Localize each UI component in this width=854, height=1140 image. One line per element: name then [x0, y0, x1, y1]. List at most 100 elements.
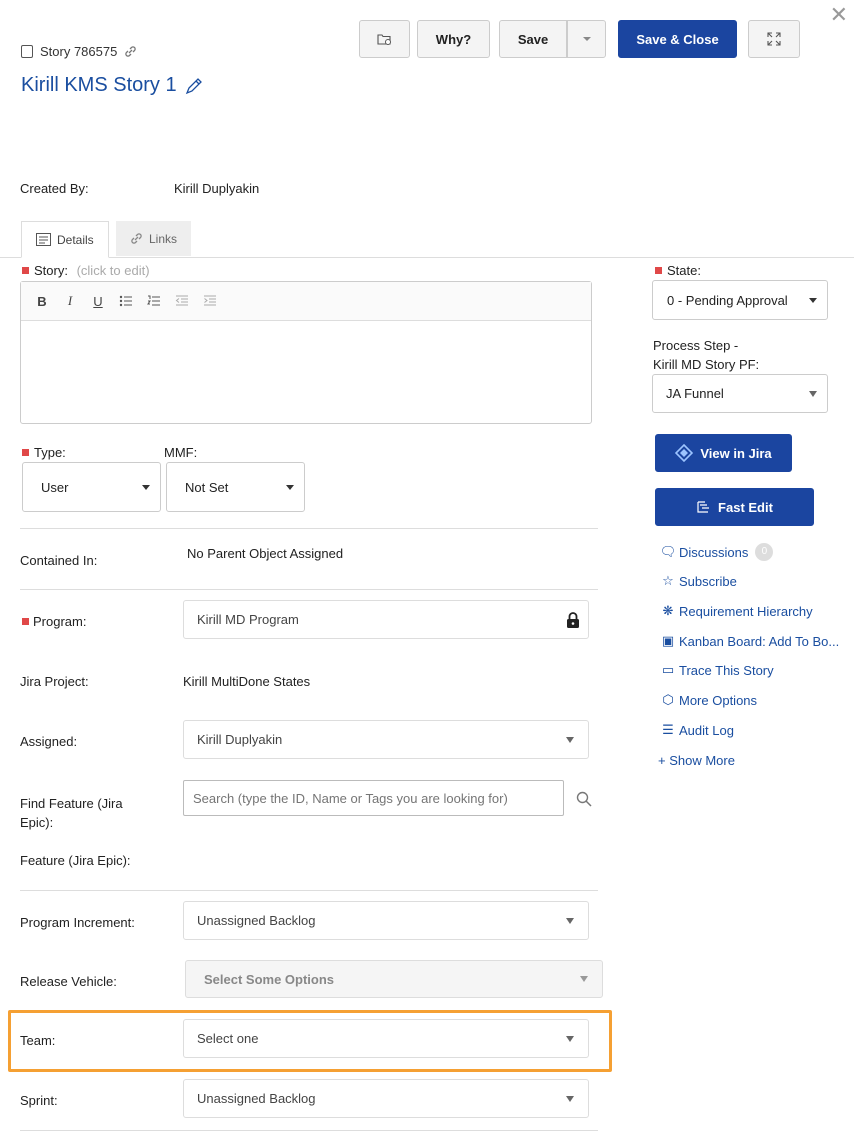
story-label-text: Story: [34, 263, 68, 278]
state-label-text: State: [667, 263, 701, 278]
lock-icon [567, 612, 579, 628]
italic-icon[interactable]: I [63, 293, 77, 309]
caret-down-icon [582, 37, 591, 41]
jira-project-label: Jira Project: [20, 674, 89, 689]
mmf-select-value: Not Set [185, 479, 229, 495]
contained-in-label: Contained In: [20, 553, 98, 568]
show-more-link[interactable]: + Show More [658, 753, 735, 768]
assigned-value: Kirill Duplyakin [197, 732, 283, 747]
caret-down-icon [809, 298, 817, 303]
required-marker [22, 618, 29, 626]
outdent-icon[interactable] [175, 295, 189, 307]
page-title: Kirill KMS Story 1 [21, 74, 203, 97]
editor-toolbar: B I U [21, 282, 591, 321]
star-icon: ☆ [662, 573, 674, 588]
requirement-hierarchy-link[interactable]: ❋ Requirement Hierarchy [660, 603, 813, 619]
mmf-select[interactable]: Not Set [166, 462, 305, 512]
requirement-hierarchy-label: Requirement Hierarchy [679, 603, 813, 619]
save-dropdown-button[interactable] [567, 20, 606, 58]
team-value: Select one [197, 1031, 259, 1046]
state-label: State: [655, 263, 701, 278]
state-select[interactable]: 0 - Pending Approval [652, 280, 828, 320]
pencil-icon[interactable] [185, 77, 203, 95]
jira-icon [675, 444, 694, 462]
find-feature-search-input[interactable] [183, 780, 564, 816]
add-folder-button[interactable] [359, 20, 410, 58]
fast-edit-button[interactable]: Fast Edit [655, 488, 814, 526]
close-icon[interactable]: ✕ [830, 2, 848, 28]
save-close-button[interactable]: Save & Close [618, 20, 737, 58]
caret-down-icon [286, 485, 294, 490]
divider [20, 528, 598, 529]
link-icon[interactable] [124, 45, 137, 58]
mmf-label: MMF: [164, 445, 198, 460]
bold-icon[interactable]: B [35, 294, 49, 309]
kanban-icon: ▣ [661, 633, 675, 648]
expand-button[interactable] [748, 20, 800, 58]
document-icon [21, 45, 33, 58]
save-button[interactable]: Save [499, 20, 567, 58]
discussions-link[interactable]: 🗨︎ Discussions 0 [660, 543, 774, 561]
caret-down-icon [809, 390, 817, 397]
link-icon [131, 233, 142, 244]
required-marker [22, 449, 29, 457]
created-by-value: Kirill Duplyakin [174, 181, 260, 196]
required-marker [655, 267, 662, 275]
assigned-label: Assigned: [20, 734, 78, 749]
tab-links-label: Links [149, 231, 178, 246]
cube-icon: ⬡ [662, 692, 674, 707]
tab-details[interactable]: Details [21, 221, 109, 258]
indent-icon[interactable] [203, 295, 217, 307]
log-icon: ☰ [662, 722, 674, 737]
sprint-select[interactable]: Unassigned Backlog [183, 1079, 589, 1118]
story-editor[interactable]: B I U [20, 281, 592, 424]
program-increment-label: Program Increment: [20, 915, 135, 930]
tab-links[interactable]: Links [116, 221, 192, 256]
numbered-list-icon[interactable] [147, 295, 161, 307]
sprint-value: Unassigned Backlog [197, 1091, 316, 1106]
type-label: Type: [22, 445, 66, 460]
why-button[interactable]: Why? [417, 20, 490, 58]
divider [20, 1130, 598, 1131]
type-select[interactable]: User [22, 462, 161, 512]
subscribe-link[interactable]: ☆ Subscribe [660, 573, 737, 589]
divider [20, 890, 598, 891]
caret-down-icon [142, 485, 150, 490]
tab-details-label: Details [57, 232, 94, 247]
bullet-list-icon[interactable] [119, 295, 133, 307]
process-step-value: JA Funnel [666, 386, 724, 401]
view-in-jira-button[interactable]: View in Jira [655, 434, 792, 472]
underline-icon[interactable]: U [91, 294, 105, 309]
audit-log-link[interactable]: ☰ Audit Log [660, 722, 734, 738]
program-label: Program: [22, 614, 86, 629]
kanban-board-label: Kanban Board: Add To Bo... [679, 633, 840, 649]
story-label: Story: (click to edit) [22, 263, 150, 278]
folder-add-icon [377, 34, 391, 45]
team-label: Team: [20, 1033, 56, 1048]
kanban-board-link[interactable]: ▣ Kanban Board: Add To Bo... [660, 633, 839, 649]
release-vehicle-label: Release Vehicle: [20, 974, 117, 989]
release-vehicle-select[interactable]: Select Some Options [185, 960, 603, 998]
title-text: Kirill KMS Story 1 [21, 74, 177, 96]
search-icon[interactable] [576, 791, 592, 807]
process-step-select[interactable]: JA Funnel [652, 374, 828, 413]
subscribe-label: Subscribe [679, 573, 737, 589]
process-step-label-2: Kirill MD Story PF: [653, 357, 760, 372]
assigned-select[interactable]: Kirill Duplyakin [183, 720, 589, 759]
story-id-text: Story 786575 [40, 44, 118, 59]
trace-story-link[interactable]: ▭ Trace This Story [660, 662, 774, 678]
audit-log-label: Audit Log [679, 722, 734, 738]
program-increment-select[interactable]: Unassigned Backlog [183, 901, 589, 940]
jira-project-value: Kirill MultiDone States [183, 674, 311, 689]
type-select-value: User [41, 479, 69, 495]
state-value: 0 - Pending Approval [667, 292, 788, 308]
caret-down-icon [566, 736, 574, 743]
team-select[interactable]: Select one [183, 1019, 589, 1058]
caret-down-icon [566, 1095, 574, 1102]
tabs-divider [0, 257, 854, 258]
feature-label: Feature (Jira Epic): [20, 853, 131, 868]
expand-icon [767, 32, 781, 46]
process-step-label: Process Step - [653, 338, 739, 353]
more-options-link[interactable]: ⬡ More Options [660, 692, 757, 708]
required-marker [22, 267, 29, 275]
